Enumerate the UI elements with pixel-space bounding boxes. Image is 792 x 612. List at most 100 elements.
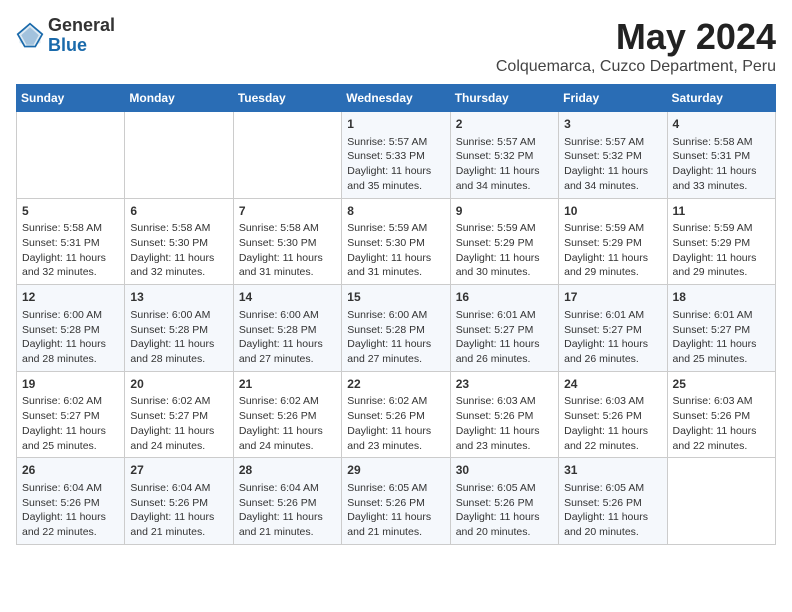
day-number: 15 bbox=[347, 289, 444, 306]
day-info: Sunrise: 6:00 AMSunset: 5:28 PMDaylight:… bbox=[239, 308, 336, 367]
calendar-cell: 13 Sunrise: 6:00 AMSunset: 5:28 PMDayligh… bbox=[125, 285, 233, 372]
calendar-table: SundayMondayTuesdayWednesdayThursdayFrid… bbox=[16, 84, 776, 545]
day-info: Sunrise: 5:59 AMSunset: 5:30 PMDaylight:… bbox=[347, 221, 444, 280]
calendar-header-row: SundayMondayTuesdayWednesdayThursdayFrid… bbox=[17, 85, 776, 112]
day-number: 13 bbox=[130, 289, 227, 306]
calendar-cell: 14 Sunrise: 6:00 AMSunset: 5:28 PMDayligh… bbox=[233, 285, 341, 372]
calendar-cell: 28Sunrise: 6:04 AMSunset: 5:26 PMDayligh… bbox=[233, 458, 341, 545]
page-subtitle: Colquemarca, Cuzco Department, Peru bbox=[496, 58, 776, 76]
calendar-cell: 24Sunrise: 6:03 AMSunset: 5:26 PMDayligh… bbox=[559, 371, 667, 458]
calendar-cell: 6Sunrise: 5:58 AMSunset: 5:30 PMDaylight… bbox=[125, 198, 233, 285]
day-number: 31 bbox=[564, 462, 661, 479]
page-header: General Blue May 2024 Colquemarca, Cuzco… bbox=[16, 16, 776, 76]
calendar-week-1: 1Sunrise: 5:57 AMSunset: 5:33 PMDaylight… bbox=[17, 112, 776, 199]
logo-text: General Blue bbox=[48, 16, 115, 56]
col-header-thursday: Thursday bbox=[450, 85, 558, 112]
calendar-cell: 31 Sunrise: 6:05 AMSunset: 5:26 PMDayligh… bbox=[559, 458, 667, 545]
calendar-cell: 18 Sunrise: 6:01 AMSunset: 5:27 PMDayligh… bbox=[667, 285, 775, 372]
day-info: Sunrise: 6:03 AMSunset: 5:26 PMDaylight:… bbox=[673, 394, 770, 453]
calendar-cell: 2 Sunrise: 5:57 AMSunset: 5:32 PMDaylight… bbox=[450, 112, 558, 199]
day-number: 24 bbox=[564, 376, 661, 393]
calendar-cell: 15 Sunrise: 6:00 AMSunset: 5:28 PMDayligh… bbox=[342, 285, 450, 372]
day-number: 18 bbox=[673, 289, 770, 306]
day-number: 23 bbox=[456, 376, 553, 393]
day-info: Sunrise: 6:01 AMSunset: 5:27 PMDaylight:… bbox=[456, 308, 553, 367]
calendar-cell: 9Sunrise: 5:59 AMSunset: 5:29 PMDaylight… bbox=[450, 198, 558, 285]
calendar-cell: 23Sunrise: 6:03 AMSunset: 5:26 PMDayligh… bbox=[450, 371, 558, 458]
day-number: 30 bbox=[456, 462, 553, 479]
day-info: Sunrise: 6:00 AMSunset: 5:28 PMDaylight:… bbox=[347, 308, 444, 367]
calendar-cell bbox=[125, 112, 233, 199]
day-info: Sunrise: 6:03 AMSunset: 5:26 PMDaylight:… bbox=[564, 394, 661, 453]
day-info: Sunrise: 5:58 AMSunset: 5:30 PMDaylight:… bbox=[239, 221, 336, 280]
day-number: 8 bbox=[347, 203, 444, 220]
day-info: Sunrise: 5:59 AMSunset: 5:29 PMDaylight:… bbox=[456, 221, 553, 280]
day-info: Sunrise: 6:00 AMSunset: 5:28 PMDaylight:… bbox=[22, 308, 119, 367]
day-info: Sunrise: 6:04 AMSunset: 5:26 PMDaylight:… bbox=[22, 481, 119, 540]
logo-blue: Blue bbox=[48, 36, 115, 56]
col-header-sunday: Sunday bbox=[17, 85, 125, 112]
day-info: Sunrise: 5:57 AMSunset: 5:32 PMDaylight:… bbox=[456, 135, 553, 194]
day-number: 12 bbox=[22, 289, 119, 306]
calendar-cell: 17 Sunrise: 6:01 AMSunset: 5:27 PMDayligh… bbox=[559, 285, 667, 372]
calendar-cell: 12 Sunrise: 6:00 AMSunset: 5:28 PMDayligh… bbox=[17, 285, 125, 372]
calendar-cell: 22Sunrise: 6:02 AMSunset: 5:26 PMDayligh… bbox=[342, 371, 450, 458]
day-info: Sunrise: 5:59 AMSunset: 5:29 PMDaylight:… bbox=[673, 221, 770, 280]
day-info: Sunrise: 6:00 AMSunset: 5:28 PMDaylight:… bbox=[130, 308, 227, 367]
col-header-saturday: Saturday bbox=[667, 85, 775, 112]
day-info: Sunrise: 6:05 AMSunset: 5:26 PMDaylight:… bbox=[564, 481, 661, 540]
day-number: 10 bbox=[564, 203, 661, 220]
day-number: 6 bbox=[130, 203, 227, 220]
day-number: 3 bbox=[564, 116, 661, 133]
day-number: 19 bbox=[22, 376, 119, 393]
day-info: Sunrise: 5:57 AMSunset: 5:32 PMDaylight:… bbox=[564, 135, 661, 194]
calendar-cell: 21Sunrise: 6:02 AMSunset: 5:26 PMDayligh… bbox=[233, 371, 341, 458]
day-number: 2 bbox=[456, 116, 553, 133]
calendar-week-3: 12 Sunrise: 6:00 AMSunset: 5:28 PMDayligh… bbox=[17, 285, 776, 372]
logo: General Blue bbox=[16, 16, 115, 56]
calendar-cell: 1Sunrise: 5:57 AMSunset: 5:33 PMDaylight… bbox=[342, 112, 450, 199]
calendar-week-2: 5Sunrise: 5:58 AMSunset: 5:31 PMDaylight… bbox=[17, 198, 776, 285]
calendar-week-5: 26 Sunrise: 6:04 AMSunset: 5:26 PMDayligh… bbox=[17, 458, 776, 545]
calendar-cell: 30 Sunrise: 6:05 AMSunset: 5:26 PMDayligh… bbox=[450, 458, 558, 545]
day-info: Sunrise: 6:02 AMSunset: 5:26 PMDaylight:… bbox=[347, 394, 444, 453]
day-number: 1 bbox=[347, 116, 444, 133]
calendar-cell: 4Sunrise: 5:58 AMSunset: 5:31 PMDaylight… bbox=[667, 112, 775, 199]
day-info: Sunrise: 6:02 AMSunset: 5:27 PMDaylight:… bbox=[22, 394, 119, 453]
day-number: 25 bbox=[673, 376, 770, 393]
day-number: 20 bbox=[130, 376, 227, 393]
calendar-cell bbox=[667, 458, 775, 545]
day-number: 22 bbox=[347, 376, 444, 393]
calendar-cell: 25Sunrise: 6:03 AMSunset: 5:26 PMDayligh… bbox=[667, 371, 775, 458]
calendar-cell: 19Sunrise: 6:02 AMSunset: 5:27 PMDayligh… bbox=[17, 371, 125, 458]
day-number: 17 bbox=[564, 289, 661, 306]
day-info: Sunrise: 5:59 AMSunset: 5:29 PMDaylight:… bbox=[564, 221, 661, 280]
day-number: 16 bbox=[456, 289, 553, 306]
day-info: Sunrise: 6:02 AMSunset: 5:27 PMDaylight:… bbox=[130, 394, 227, 453]
calendar-cell bbox=[17, 112, 125, 199]
day-number: 11 bbox=[673, 203, 770, 220]
day-info: Sunrise: 6:05 AMSunset: 5:26 PMDaylight:… bbox=[456, 481, 553, 540]
calendar-cell: 10Sunrise: 5:59 AMSunset: 5:29 PMDayligh… bbox=[559, 198, 667, 285]
calendar-cell: 27Sunrise: 6:04 AMSunset: 5:26 PMDayligh… bbox=[125, 458, 233, 545]
calendar-cell: 7Sunrise: 5:58 AMSunset: 5:30 PMDaylight… bbox=[233, 198, 341, 285]
day-info: Sunrise: 6:01 AMSunset: 5:27 PMDaylight:… bbox=[673, 308, 770, 367]
day-info: Sunrise: 6:04 AMSunset: 5:26 PMDaylight:… bbox=[130, 481, 227, 540]
day-info: Sunrise: 5:58 AMSunset: 5:31 PMDaylight:… bbox=[673, 135, 770, 194]
day-info: Sunrise: 6:05 AMSunset: 5:26 PMDaylight:… bbox=[347, 481, 444, 540]
day-info: Sunrise: 6:01 AMSunset: 5:27 PMDaylight:… bbox=[564, 308, 661, 367]
day-number: 7 bbox=[239, 203, 336, 220]
logo-general: General bbox=[48, 16, 115, 36]
col-header-friday: Friday bbox=[559, 85, 667, 112]
calendar-cell: 26 Sunrise: 6:04 AMSunset: 5:26 PMDayligh… bbox=[17, 458, 125, 545]
day-number: 26 bbox=[22, 462, 119, 479]
title-area: May 2024 Colquemarca, Cuzco Department, … bbox=[496, 16, 776, 76]
day-number: 14 bbox=[239, 289, 336, 306]
calendar-week-4: 19Sunrise: 6:02 AMSunset: 5:27 PMDayligh… bbox=[17, 371, 776, 458]
calendar-cell: 8Sunrise: 5:59 AMSunset: 5:30 PMDaylight… bbox=[342, 198, 450, 285]
calendar-cell: 29Sunrise: 6:05 AMSunset: 5:26 PMDayligh… bbox=[342, 458, 450, 545]
day-number: 5 bbox=[22, 203, 119, 220]
calendar-cell: 5Sunrise: 5:58 AMSunset: 5:31 PMDaylight… bbox=[17, 198, 125, 285]
day-info: Sunrise: 6:03 AMSunset: 5:26 PMDaylight:… bbox=[456, 394, 553, 453]
page-title: May 2024 bbox=[496, 16, 776, 58]
